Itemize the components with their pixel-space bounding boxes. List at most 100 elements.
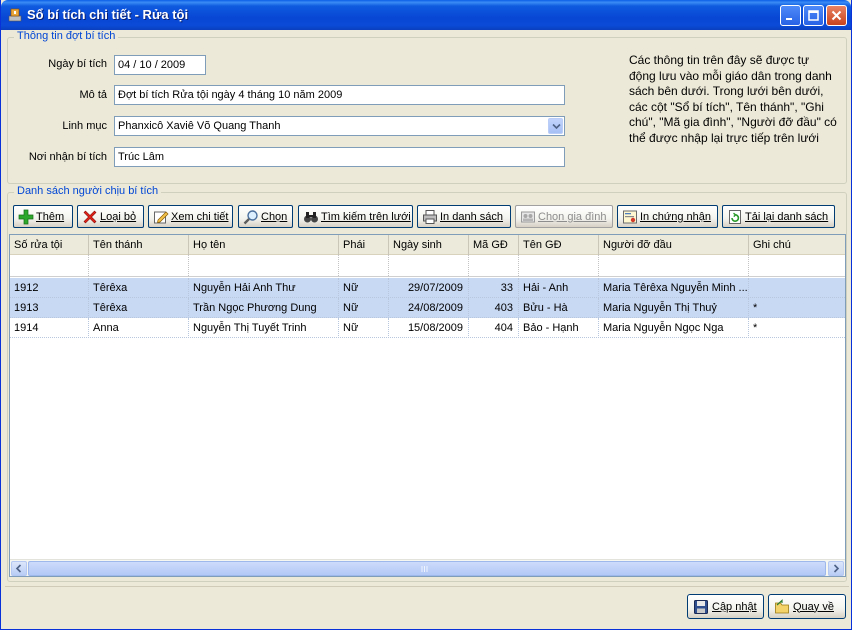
- place-field[interactable]: Trúc Lâm: [114, 147, 565, 167]
- remove-button-label: Loại bỏ: [100, 210, 137, 223]
- priest-combobox-dropdown[interactable]: [548, 118, 563, 134]
- filter-cell[interactable]: [599, 255, 749, 276]
- table-row[interactable]: 1913 Têrêxa Trần Ngọc Phương Dung Nữ 24/…: [10, 298, 845, 318]
- maximize-icon: [808, 10, 819, 21]
- cell-family-name[interactable]: Bảo - Hạnh: [519, 318, 599, 338]
- binoculars-icon: [304, 211, 318, 222]
- column-header[interactable]: Họ tên: [189, 235, 339, 255]
- cell-family-code[interactable]: 33: [469, 278, 519, 298]
- horizontal-scrollbar[interactable]: [10, 559, 845, 576]
- printer-icon: [423, 209, 437, 224]
- update-button[interactable]: Cập nhật: [687, 594, 764, 619]
- cell-note[interactable]: *: [749, 298, 845, 318]
- priest-label: Linh mục: [62, 120, 107, 132]
- cell-gender[interactable]: Nữ: [339, 278, 389, 298]
- filter-cell[interactable]: [469, 255, 519, 276]
- cell-family-code[interactable]: 403: [469, 298, 519, 318]
- cell-birth-date[interactable]: 29/07/2009: [389, 278, 469, 298]
- cell-saint-name[interactable]: Têrêxa: [89, 298, 189, 318]
- close-icon: [831, 10, 842, 21]
- print-certificate-button-label: In chứng nhận: [640, 210, 711, 223]
- cell-family-name[interactable]: Bửu - Hà: [519, 298, 599, 318]
- folder-icon: [775, 598, 789, 613]
- filter-row[interactable]: [10, 255, 845, 277]
- choose-family-button[interactable]: Chọn gia đình: [515, 205, 613, 228]
- bottom-divider: [5, 586, 849, 587]
- filter-cell[interactable]: [339, 255, 389, 276]
- choose-button[interactable]: Chọn: [238, 205, 293, 228]
- date-field[interactable]: 04 / 10 / 2009: [114, 55, 206, 75]
- description-field[interactable]: Đợt bí tích Rửa tội ngày 4 tháng 10 năm …: [114, 85, 565, 105]
- filter-cell[interactable]: [189, 255, 339, 276]
- cell-full-name[interactable]: Nguyễn Thị Tuyết Trinh: [189, 318, 339, 338]
- cell-full-name[interactable]: Nguyễn Hải Anh Thư: [189, 278, 339, 298]
- plus-icon: [18, 209, 34, 224]
- table-row[interactable]: 1912 Têrêxa Nguyễn Hải Anh Thư Nữ 29/07/…: [10, 278, 845, 298]
- chevron-right-icon: [833, 564, 840, 573]
- cell-note[interactable]: [749, 278, 845, 298]
- column-header[interactable]: Người đỡ đầu: [599, 235, 749, 255]
- date-label: Ngày bí tích: [48, 58, 107, 70]
- app-icon: [8, 8, 22, 22]
- family-icon: [521, 211, 535, 222]
- recipients-grid[interactable]: Số rửa tội Tên thánh Họ tên Phái Ngày si…: [9, 234, 846, 577]
- scroll-thumb[interactable]: [28, 561, 826, 576]
- filter-cell[interactable]: [519, 255, 599, 276]
- table-row[interactable]: 1914 Anna Nguyễn Thị Tuyết Trinh Nữ 15/0…: [10, 318, 845, 338]
- cell-saint-name[interactable]: Têrêxa: [89, 278, 189, 298]
- cell-godparent[interactable]: Maria Nguyễn Ngọc Nga: [599, 318, 749, 338]
- remove-button[interactable]: Loại bỏ: [77, 205, 144, 228]
- cell-family-code[interactable]: 404: [469, 318, 519, 338]
- filter-cell[interactable]: [749, 255, 845, 276]
- priest-combobox[interactable]: Phanxicô Xaviê Võ Quang Thanh: [114, 116, 565, 136]
- filter-cell[interactable]: [389, 255, 469, 276]
- print-list-button[interactable]: In danh sách: [417, 205, 511, 228]
- view-detail-button[interactable]: Xem chi tiết: [148, 205, 233, 228]
- reload-list-button[interactable]: Tải lại danh sách: [722, 205, 835, 228]
- filter-cell[interactable]: [89, 255, 189, 276]
- scroll-right-button[interactable]: [828, 561, 844, 576]
- filter-cell[interactable]: [10, 255, 89, 276]
- column-header[interactable]: Tên thánh: [89, 235, 189, 255]
- column-header[interactable]: Ghi chú: [749, 235, 845, 255]
- cell-godparent[interactable]: Maria Têrêxa Nguyễn Minh ...: [599, 278, 749, 298]
- choose-button-label: Chọn: [261, 210, 288, 223]
- column-header[interactable]: Ngày sinh: [389, 235, 469, 255]
- refresh-icon: [729, 209, 741, 224]
- info-group-legend: Thông tin đợt bí tích: [14, 30, 119, 42]
- column-header[interactable]: Tên GĐ: [519, 235, 599, 255]
- cell-baptism-number[interactable]: 1914: [10, 318, 89, 338]
- description-label: Mô tả: [79, 89, 107, 101]
- cell-family-name[interactable]: Hải - Anh: [519, 278, 599, 298]
- cell-gender[interactable]: Nữ: [339, 298, 389, 318]
- cell-gender[interactable]: Nữ: [339, 318, 389, 338]
- column-header[interactable]: Số rửa tội: [10, 235, 89, 255]
- column-header[interactable]: Phái: [339, 235, 389, 255]
- cell-godparent[interactable]: Maria Nguyễn Thị Thuỷ: [599, 298, 749, 318]
- scroll-left-button[interactable]: [11, 561, 27, 576]
- cell-full-name[interactable]: Trần Ngọc Phương Dung: [189, 298, 339, 318]
- maximize-button[interactable]: [803, 5, 824, 26]
- close-button[interactable]: [826, 5, 847, 26]
- cell-birth-date[interactable]: 24/08/2009: [389, 298, 469, 318]
- cell-note[interactable]: *: [749, 318, 845, 338]
- save-icon: [694, 599, 708, 614]
- cell-birth-date[interactable]: 15/08/2009: [389, 318, 469, 338]
- reload-list-button-label: Tải lại danh sách: [745, 210, 829, 223]
- cell-baptism-number[interactable]: 1912: [10, 278, 89, 298]
- chevron-left-icon: [15, 564, 22, 573]
- edit-icon: [154, 211, 169, 223]
- info-note: Các thông tin trên đây sẽ được tự động l…: [629, 53, 837, 145]
- minimize-button[interactable]: [780, 5, 801, 26]
- print-certificate-button[interactable]: In chứng nhận: [617, 205, 718, 228]
- column-header[interactable]: Mã GĐ: [469, 235, 519, 255]
- place-label: Nơi nhận bí tích: [28, 151, 107, 163]
- title-bar[interactable]: Sổ bí tích chi tiết - Rửa tội: [1, 0, 851, 30]
- cell-saint-name[interactable]: Anna: [89, 318, 189, 338]
- cell-baptism-number[interactable]: 1913: [10, 298, 89, 318]
- add-button[interactable]: Thêm: [13, 205, 73, 228]
- certificate-icon: [623, 210, 637, 223]
- view-detail-button-label: Xem chi tiết: [171, 210, 229, 223]
- back-button[interactable]: Quay về: [768, 594, 846, 619]
- grid-search-button[interactable]: Tìm kiếm trên lưới: [298, 205, 413, 228]
